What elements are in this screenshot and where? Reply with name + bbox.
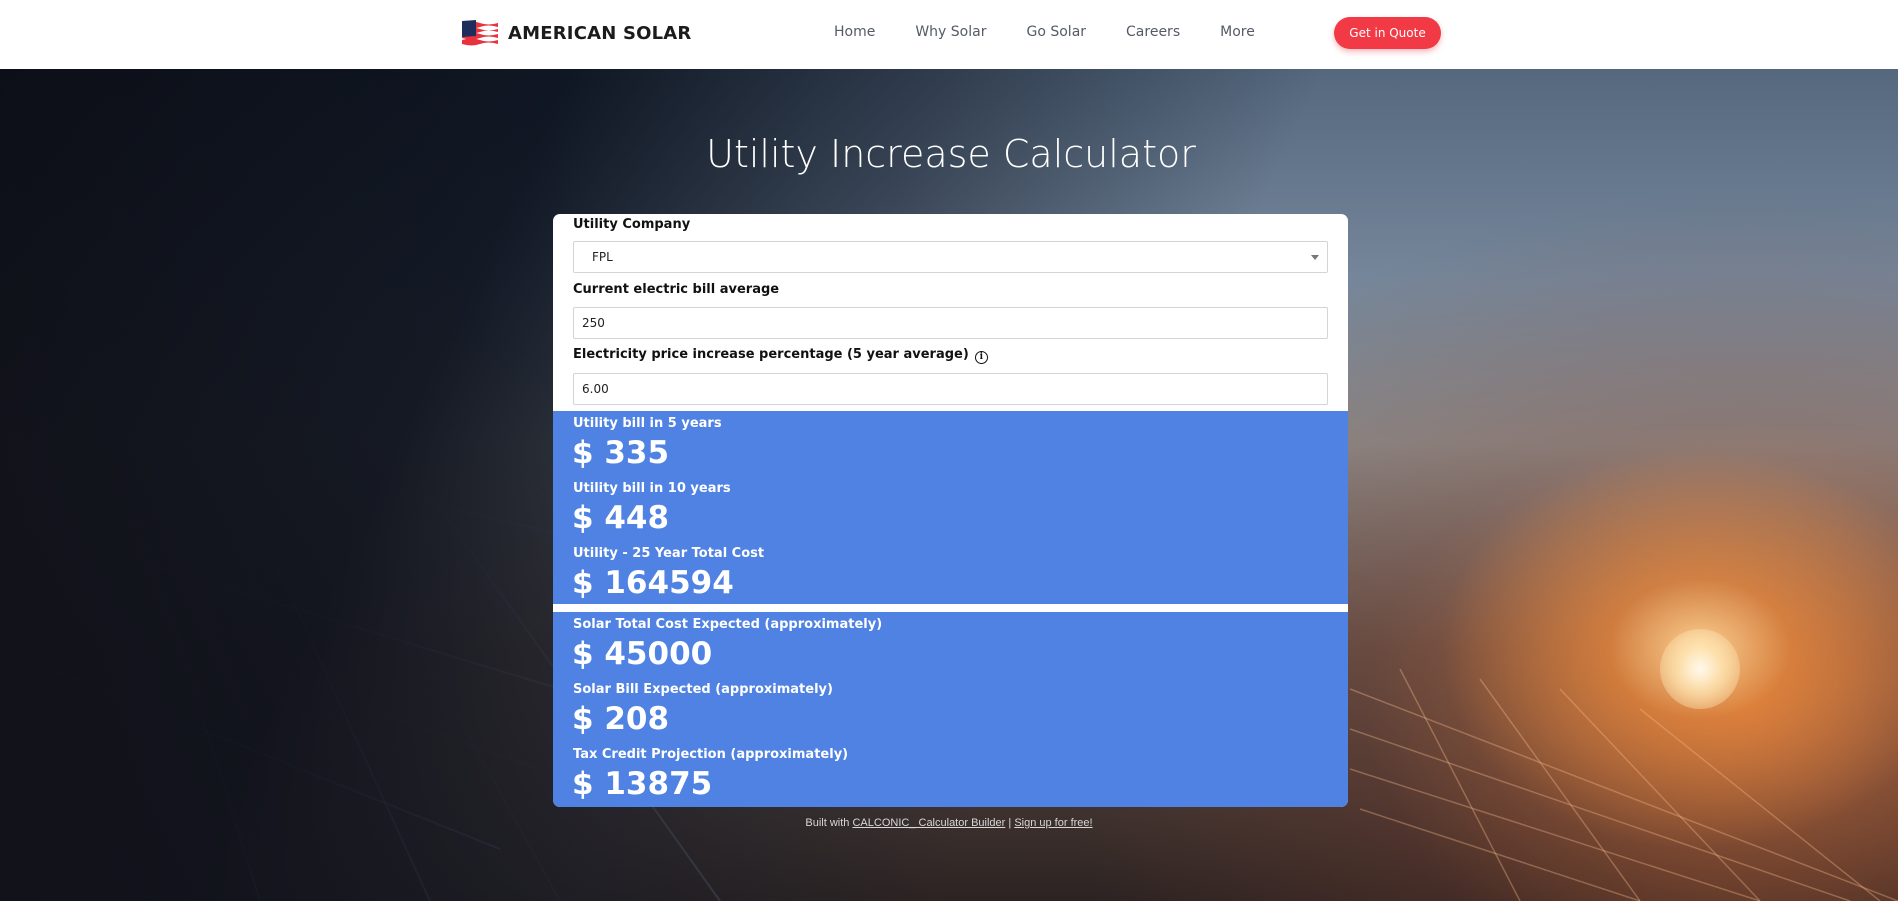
result-label: Solar Bill Expected (approximately) [573, 682, 833, 697]
nav-home[interactable]: Home [834, 24, 875, 40]
info-icon[interactable]: i [974, 351, 988, 364]
nav-more[interactable]: More [1220, 24, 1255, 40]
brand-name: AMERICAN SOLAR [508, 22, 692, 44]
solar-results-panel: Solar Total Cost Expected (approximately… [553, 612, 1348, 807]
increase-pct-label: Electricity price increase percentage (5… [573, 347, 988, 364]
result-value: $ 335 [572, 435, 670, 471]
main-nav: Home Why Solar Go Solar Careers More [834, 24, 1295, 40]
result-label: Solar Total Cost Expected (approximately… [573, 617, 883, 632]
utility-company-label: Utility Company [573, 217, 691, 232]
result-label: Utility - 25 Year Total Cost [573, 546, 765, 561]
brand-logo[interactable]: AMERICAN SOLAR [460, 19, 692, 47]
result-value: $ 13875 [572, 766, 713, 802]
calculator-card: Utility Company FPL Current electric bil… [553, 214, 1348, 807]
site-header: AMERICAN SOLAR Home Why Solar Go Solar C… [0, 0, 1898, 69]
increase-pct-value: 6.00 [582, 382, 609, 396]
result-value: $ 448 [572, 500, 670, 536]
bill-average-value: 250 [582, 316, 605, 330]
bill-average-input[interactable]: 250 [573, 307, 1328, 339]
result-label: Utility bill in 10 years [573, 481, 731, 496]
bill-average-label: Current electric bill average [573, 282, 780, 297]
increase-pct-label-text: Electricity price increase percentage (5… [573, 347, 969, 362]
nav-why-solar[interactable]: Why Solar [915, 24, 986, 40]
result-label: Utility bill in 5 years [573, 416, 722, 431]
result-value: $ 208 [572, 701, 670, 737]
signup-link[interactable]: Sign up for free! [1014, 817, 1092, 829]
result-value: $ 164594 [572, 565, 734, 601]
sun-glare [1660, 629, 1740, 709]
builder-credit: Built with CALCONIC_ Calculator Builder … [0, 817, 1898, 829]
chevron-down-icon [1311, 255, 1319, 260]
flag-logo-icon [462, 20, 498, 46]
credit-separator: | [1005, 817, 1015, 829]
utility-company-select[interactable]: FPL [573, 241, 1328, 273]
utility-company-value: FPL [592, 250, 613, 264]
page-title: Utility Increase Calculator [706, 132, 1196, 176]
calconic-link[interactable]: CALCONIC_ Calculator Builder [852, 817, 1005, 829]
utility-results-panel: Utility bill in 5 years $ 335 Utility bi… [553, 411, 1348, 604]
credit-prefix: Built with [805, 817, 853, 829]
increase-pct-input[interactable]: 6.00 [573, 373, 1328, 405]
result-value: $ 45000 [572, 636, 713, 672]
get-quote-button[interactable]: Get in Quote [1334, 17, 1441, 49]
nav-careers[interactable]: Careers [1126, 24, 1180, 40]
result-label: Tax Credit Projection (approximately) [573, 747, 849, 762]
nav-go-solar[interactable]: Go Solar [1026, 24, 1086, 40]
